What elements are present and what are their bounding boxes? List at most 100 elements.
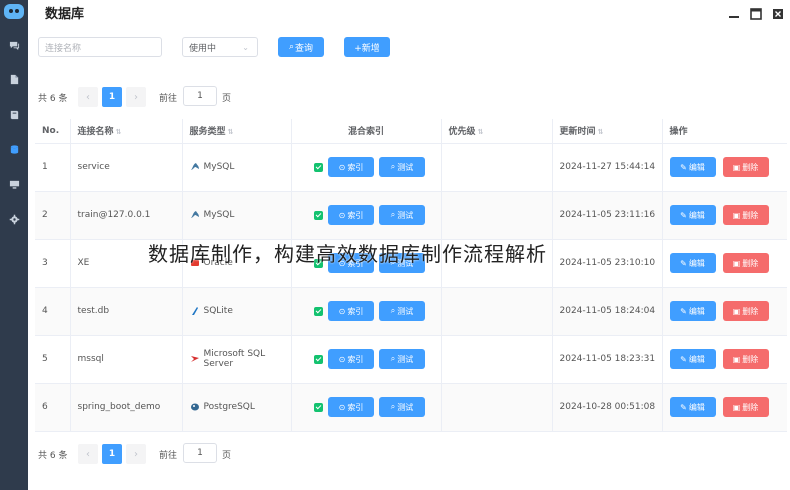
test-button[interactable]: ⌕ 测试 xyxy=(379,349,425,369)
test-button[interactable]: ⌕ 测试 xyxy=(379,301,425,321)
cell-actions: ✎ 编辑 ▣ 删除 xyxy=(662,239,787,288)
chat-icon[interactable] xyxy=(7,38,21,52)
delete-button[interactable]: ▣ 删除 xyxy=(722,157,769,177)
mysql-icon xyxy=(190,210,200,220)
index-button[interactable]: ⊙ 索引 xyxy=(328,301,374,321)
prev-page-icon[interactable]: ‹ xyxy=(78,87,98,107)
search-input[interactable]: 连接名称 xyxy=(38,37,162,57)
cell-index: ⊙ 索引 ⌕ 测试 xyxy=(291,191,442,240)
cell-updated: 2024-11-05 18:23:31 xyxy=(552,335,663,384)
next-page-icon[interactable]: › xyxy=(126,444,146,464)
test-button[interactable]: ⌕ 测试 xyxy=(379,397,425,417)
table-row: 4 test.db SQLite ⊙ 索引 ⌕ 测试 2024-11-05 18:2… xyxy=(35,287,787,336)
status-select[interactable]: 使用中 ⌄ xyxy=(182,37,258,57)
index-icon: ⊙ xyxy=(338,402,346,412)
checkbox[interactable] xyxy=(314,402,323,412)
query-button[interactable]: ⌕ 查询 xyxy=(278,37,324,57)
prev-page-icon[interactable]: ‹ xyxy=(78,444,98,464)
checkbox[interactable] xyxy=(314,210,323,220)
sort-icon[interactable]: ⇅ xyxy=(116,128,122,136)
pagination-top: 共 6 条 ‹ 1 › 前往 1 页 xyxy=(28,86,790,108)
index-button-label: 索引 xyxy=(347,402,364,412)
trash-icon: ▣ xyxy=(732,162,741,172)
cell-actions: ✎ 编辑 ▣ 删除 xyxy=(662,383,787,432)
cell-updated: 2024-11-27 15:44:14 xyxy=(552,143,663,192)
delete-button[interactable]: ▣ 删除 xyxy=(722,253,769,273)
page-number[interactable]: 1 xyxy=(102,87,122,107)
edit-icon: ✎ xyxy=(680,354,687,364)
mysql-icon xyxy=(190,162,200,172)
goto-label: 前往 xyxy=(159,451,178,461)
edit-button[interactable]: ✎ 编辑 xyxy=(669,253,716,273)
monitor-icon[interactable] xyxy=(7,177,21,191)
header-no: No. xyxy=(35,119,71,144)
page-number[interactable]: 1 xyxy=(102,444,122,464)
edit-button[interactable]: ✎ 编辑 xyxy=(669,157,716,177)
page-label: 页 xyxy=(222,451,232,461)
header-updated[interactable]: 更新时间 ⇅ xyxy=(552,119,663,144)
gear-icon[interactable] xyxy=(7,212,21,226)
test-icon: ⌕ xyxy=(390,402,396,411)
test-button[interactable]: ⌕ 测试 xyxy=(379,157,425,177)
cell-service: MySQL xyxy=(182,143,292,192)
service-name: PostgreSQL xyxy=(203,402,255,412)
header-service[interactable]: 服务类型 ⇅ xyxy=(182,119,292,144)
delete-button[interactable]: ▣ 删除 xyxy=(722,397,769,417)
cell-updated: 2024-10-28 00:51:08 xyxy=(552,383,663,432)
cell-no: 4 xyxy=(35,287,71,336)
delete-button-label: 删除 xyxy=(742,210,759,220)
test-icon: ⌕ xyxy=(390,306,396,315)
cell-index: ⊙ 索引 ⌕ 测试 xyxy=(291,335,442,384)
table-row: 6 spring_boot_demo PostgreSQL ⊙ 索引 ⌕ 测试 20… xyxy=(35,383,787,432)
test-button[interactable]: ⌕ 测试 xyxy=(379,205,425,225)
edit-button[interactable]: ✎ 编辑 xyxy=(669,301,716,321)
database-icon[interactable] xyxy=(7,142,21,156)
sort-icon[interactable]: ⇅ xyxy=(598,128,604,136)
header-priority[interactable]: 优先级 ⇅ xyxy=(441,119,553,144)
index-button[interactable]: ⊙ 索引 xyxy=(328,349,374,369)
add-button[interactable]: +新增 xyxy=(344,37,390,57)
index-button[interactable]: ⊙ 索引 xyxy=(328,397,374,417)
trash-icon: ▣ xyxy=(732,258,741,268)
service-name: MySQL xyxy=(203,210,235,220)
test-button-label: 测试 xyxy=(397,162,414,172)
sort-icon[interactable]: ⇅ xyxy=(228,128,234,136)
trash-icon: ▣ xyxy=(732,354,741,364)
goto-page-input[interactable]: 1 xyxy=(183,86,217,106)
document-icon[interactable] xyxy=(7,72,21,86)
cell-service: Microsoft SQL Server xyxy=(182,335,292,384)
mssql-icon xyxy=(190,354,200,364)
index-icon: ⊙ xyxy=(338,306,346,316)
index-button[interactable]: ⊙ 索引 xyxy=(328,205,374,225)
delete-button[interactable]: ▣ 删除 xyxy=(722,349,769,369)
header-name[interactable]: 连接名称 ⇅ xyxy=(70,119,183,144)
next-page-icon[interactable]: › xyxy=(126,87,146,107)
sort-icon[interactable]: ⇅ xyxy=(478,128,484,136)
cell-name: mssql xyxy=(70,335,183,384)
page-label: 页 xyxy=(222,94,232,104)
goto-label: 前往 xyxy=(159,94,178,104)
cell-index: ⊙ 索引 ⌕ 测试 xyxy=(291,287,442,336)
test-button-label: 测试 xyxy=(397,354,414,364)
checkbox[interactable] xyxy=(314,306,323,316)
minimize-icon[interactable] xyxy=(728,5,740,18)
edit-button[interactable]: ✎ 编辑 xyxy=(669,205,716,225)
delete-button[interactable]: ▣ 删除 xyxy=(722,301,769,321)
goto-page-input[interactable]: 1 xyxy=(183,443,217,463)
edit-button[interactable]: ✎ 编辑 xyxy=(669,349,716,369)
edit-icon: ✎ xyxy=(680,402,687,412)
checkbox[interactable] xyxy=(314,354,323,364)
index-button[interactable]: ⊙ 索引 xyxy=(328,157,374,177)
checkbox[interactable] xyxy=(314,162,323,172)
delete-button[interactable]: ▣ 删除 xyxy=(722,205,769,225)
close-icon[interactable] xyxy=(772,5,784,19)
page-title: 数据库 xyxy=(45,7,85,22)
test-icon: ⌕ xyxy=(390,354,396,363)
test-button-label: 测试 xyxy=(397,402,414,412)
cell-actions: ✎ 编辑 ▣ 删除 xyxy=(662,287,787,336)
cell-service: SQLite xyxy=(182,287,292,336)
edit-button[interactable]: ✎ 编辑 xyxy=(669,397,716,417)
cell-actions: ✎ 编辑 ▣ 删除 xyxy=(662,191,787,240)
book-icon[interactable] xyxy=(7,107,21,121)
maximize-icon[interactable] xyxy=(750,5,762,20)
